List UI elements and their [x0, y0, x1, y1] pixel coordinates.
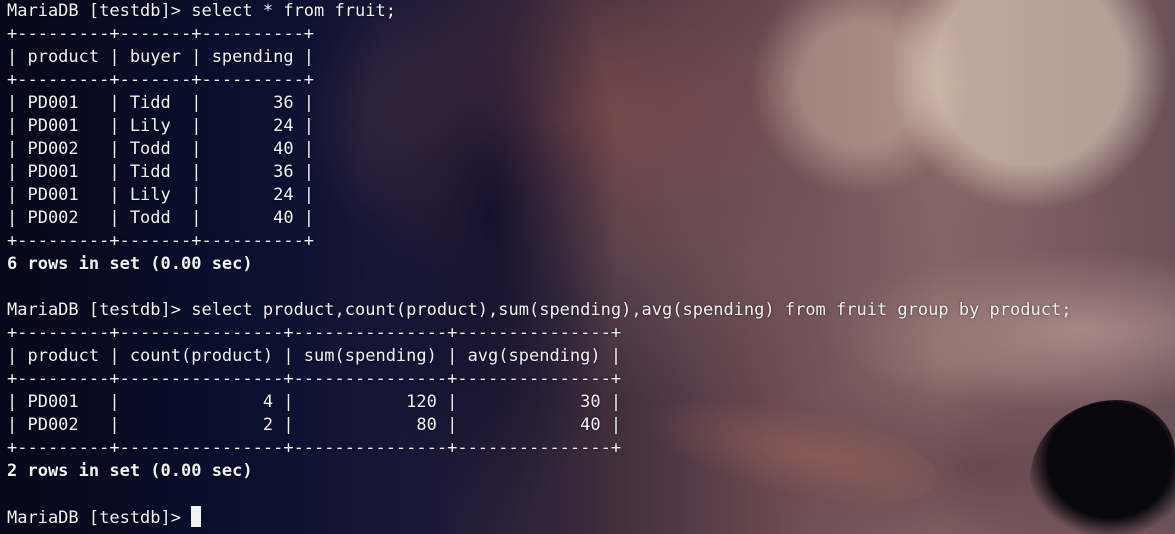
text-cursor[interactable]: [191, 506, 202, 527]
prompt-line: MariaDB [testdb]> select product,count(p…: [7, 300, 1072, 320]
table-header-row: | product | buyer | spending |: [7, 47, 315, 67]
table-row: | PD002 | 2 | 80 | 40 |: [7, 415, 622, 435]
table-row: | PD001 | 4 | 120 | 30 |: [7, 392, 622, 412]
table-border: +---------+----------------+------------…: [7, 369, 622, 389]
prompt-text: MariaDB [testdb]>: [7, 508, 192, 528]
table-row: | PD001 | Lily | 24 |: [7, 116, 315, 136]
terminal-output[interactable]: MariaDB [testdb]> select * from fruit; +…: [7, 0, 1175, 534]
table-header-row: | product | count(product) | sum(spendin…: [7, 346, 622, 366]
table-row: | PD001 | Lily | 24 |: [7, 185, 315, 205]
table-border: +---------+----------------+------------…: [7, 323, 622, 343]
table-border: +---------+-------+----------+: [7, 24, 315, 44]
prompt-line: MariaDB [testdb]> select * from fruit;: [7, 1, 396, 21]
table-row: | PD002 | Todd | 40 |: [7, 208, 315, 228]
table-border: +---------+----------------+------------…: [7, 438, 622, 458]
row-count-summary: 2 rows in set (0.00 sec): [7, 461, 253, 481]
table-row: | PD001 | Tidd | 36 |: [7, 162, 315, 182]
table-row: | PD002 | Todd | 40 |: [7, 139, 315, 159]
table-border: +---------+-------+----------+: [7, 70, 315, 90]
active-prompt-line[interactable]: MariaDB [testdb]>: [7, 506, 1175, 529]
table-border: +---------+-------+----------+: [7, 231, 315, 251]
row-count-summary: 6 rows in set (0.00 sec): [7, 254, 253, 274]
table-row: | PD001 | Tidd | 36 |: [7, 93, 315, 113]
